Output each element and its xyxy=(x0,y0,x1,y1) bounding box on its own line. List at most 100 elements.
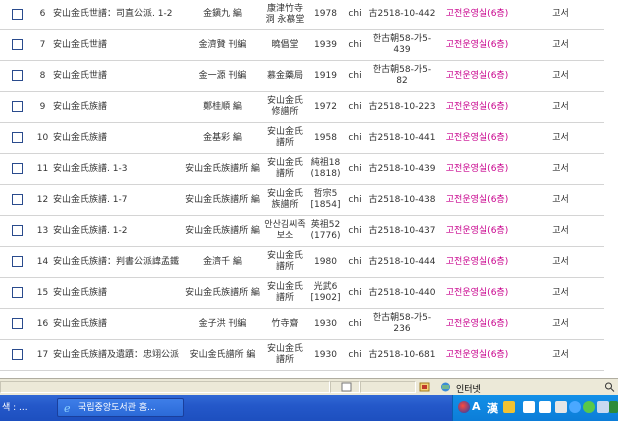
publisher-cell: 安山金氏修譜所 xyxy=(262,91,308,123)
material-type-cell: 고서 xyxy=(517,277,604,309)
publisher-cell: 안산김씨족보소 xyxy=(262,215,308,247)
author-cell: 安山金氏族譜所 編 xyxy=(183,215,262,247)
call-number-cell: 古2518-10-440 xyxy=(367,277,437,309)
select-cell xyxy=(0,277,34,309)
publisher-cell: 曉倡堂 xyxy=(262,29,308,61)
author-cell: 金子洪 刊編 xyxy=(183,308,262,340)
zoom-icon[interactable] xyxy=(604,382,615,392)
select-checkbox[interactable] xyxy=(11,132,23,143)
location-cell[interactable]: 고전운영실(6층) xyxy=(437,60,517,92)
location-cell[interactable]: 고전운영실(6층) xyxy=(437,184,517,216)
tray-icon[interactable] xyxy=(555,401,567,413)
location-cell[interactable]: 고전운영실(6층) xyxy=(437,215,517,247)
table-row: 13 安山金氏族譜. 1-2 安山金氏族譜所 編 안산김씨족보소 英祖52 (1776)… xyxy=(0,215,604,247)
help-icon[interactable] xyxy=(523,401,535,413)
material-type-cell: 고서 xyxy=(517,60,604,92)
publisher-cell: 慕金藥局 xyxy=(262,60,308,92)
select-checkbox[interactable] xyxy=(11,70,23,81)
internet-globe-icon xyxy=(441,382,450,392)
select-checkbox[interactable] xyxy=(11,349,23,360)
select-checkbox[interactable] xyxy=(11,225,23,236)
network-icon[interactable] xyxy=(569,401,581,413)
select-cell xyxy=(0,215,34,247)
author-cell: 安山金氏族譜所 編 xyxy=(183,184,262,216)
year-cell: 1930 xyxy=(308,339,343,371)
row-number: 6 xyxy=(34,0,51,30)
year-cell: 英祖52 (1776) xyxy=(308,215,343,247)
material-type-cell: 고서 xyxy=(517,308,604,340)
location-cell[interactable]: 고전운영실(6층) xyxy=(437,153,517,185)
location-cell[interactable]: 고전운영실(6층) xyxy=(437,308,517,340)
publisher-cell: 安山金氏譜所 xyxy=(262,339,308,371)
select-checkbox[interactable] xyxy=(11,8,23,20)
language-cell: chi xyxy=(343,122,367,154)
call-number-cell: 古2518-10-442 xyxy=(367,0,437,30)
title-cell[interactable]: 安山金氏族譜 xyxy=(51,277,183,309)
table-row: 12 安山金氏族譜. 1-7 安山金氏族譜所 編安山金氏族譜所 哲宗5 [1854] c… xyxy=(0,184,604,216)
select-cell xyxy=(0,184,34,216)
author-cell: 金濟贊 刊編 xyxy=(183,29,262,61)
ime-status-icon[interactable] xyxy=(458,401,470,413)
call-number-cell: 한古朝58-가5-439 xyxy=(367,29,437,61)
tray-icon[interactable] xyxy=(597,401,609,413)
title-cell[interactable]: 安山金氏世譜 xyxy=(51,60,183,92)
table-row: 6 安山金氏世譜：司直公派. 1-2 金鎭九 編康津竹寺洞 永慕堂 1978 chi 古2… xyxy=(0,0,604,30)
page-icon xyxy=(341,382,352,392)
title-cell[interactable]: 安山金氏族譜：判書公派諱孟鐵 xyxy=(51,246,183,278)
hanja-icon[interactable]: 漢 xyxy=(487,400,498,416)
language-cell: chi xyxy=(343,29,367,61)
author-cell: 金基彩 編 xyxy=(183,122,262,154)
location-cell[interactable]: 고전운영실(6층) xyxy=(437,91,517,123)
language-cell: chi xyxy=(343,0,367,30)
status-pane xyxy=(360,381,416,393)
select-checkbox[interactable] xyxy=(11,101,23,112)
location-cell[interactable]: 고전운영실(6층) xyxy=(437,29,517,61)
select-checkbox[interactable] xyxy=(11,39,23,50)
title-cell[interactable]: 安山金氏族譜 xyxy=(51,91,183,123)
material-type-cell: 고서 xyxy=(517,91,604,123)
taskbar-label[interactable]: 색 : ... xyxy=(0,398,28,418)
publisher-cell: 竹寺齋 xyxy=(262,308,308,340)
title-cell[interactable]: 安山金氏世譜 xyxy=(51,29,183,61)
call-number-cell: 古2518-10-223 xyxy=(367,91,437,123)
table-row: 8 安山金氏世譜 金一源 刊編 慕金藥局 1919 chi 한古朝58-가5-82 고전운영실… xyxy=(0,60,604,92)
row-number: 11 xyxy=(34,153,51,185)
location-cell[interactable]: 고전운영실(6층) xyxy=(437,339,517,371)
year-cell: 純祖18 (1818) xyxy=(308,153,343,185)
author-cell: 鄭桂順 編 xyxy=(183,91,262,123)
select-checkbox[interactable] xyxy=(11,287,23,298)
location-cell[interactable]: 고전운영실(6층) xyxy=(437,122,517,154)
ime-mode-icon[interactable]: A xyxy=(472,400,481,413)
tray-icon[interactable] xyxy=(503,401,515,413)
row-number: 17 xyxy=(34,339,51,371)
select-checkbox[interactable] xyxy=(11,256,23,267)
title-cell[interactable]: 安山金氏世譜：司直公派. 1-2 xyxy=(51,0,183,30)
title-cell[interactable]: 安山金氏族譜 xyxy=(51,122,183,154)
tray-icon[interactable] xyxy=(609,401,618,413)
title-cell[interactable]: 安山金氏族譜及遺蹟：忠翊公派 xyxy=(51,339,183,371)
publisher-cell: 安山金氏譜所 xyxy=(262,153,308,185)
title-cell[interactable]: 安山金氏族譜. 1-2 xyxy=(51,215,183,247)
row-number: 10 xyxy=(34,122,51,154)
title-cell[interactable]: 安山金氏族譜. 1-7 xyxy=(51,184,183,216)
title-cell[interactable]: 安山金氏族譜. 1-3 xyxy=(51,153,183,185)
author-cell: 金鎭九 編 xyxy=(183,0,262,30)
select-checkbox[interactable] xyxy=(11,163,23,174)
select-checkbox[interactable] xyxy=(11,318,23,329)
publisher-cell: 安山金氏譜所 xyxy=(262,277,308,309)
publisher-cell: 安山金氏族譜所 xyxy=(262,184,308,216)
table-row: 16 安山金氏族譜 金子洪 刊編 竹寺齋 1930 chi 한古朝58-가5-236 고전운영… xyxy=(0,308,604,340)
material-type-cell: 고서 xyxy=(517,29,604,61)
tray-icon[interactable] xyxy=(583,401,595,413)
publisher-cell: 安山金氏譜所 xyxy=(262,122,308,154)
location-cell[interactable]: 고전운영실(6층) xyxy=(437,246,517,278)
taskbar-window-button[interactable]: e 국립중앙도서관 홈... xyxy=(57,398,184,417)
tray-icon[interactable] xyxy=(539,401,551,413)
select-cell xyxy=(0,60,34,92)
title-cell[interactable]: 安山金氏族譜 xyxy=(51,308,183,340)
select-checkbox[interactable] xyxy=(11,194,23,205)
location-cell[interactable]: 고전운영실(6층) xyxy=(437,277,517,309)
ie-icon: e xyxy=(64,402,71,414)
call-number-cell: 古2518-10-439 xyxy=(367,153,437,185)
location-cell[interactable]: 고전운영실(6층) xyxy=(437,0,517,30)
